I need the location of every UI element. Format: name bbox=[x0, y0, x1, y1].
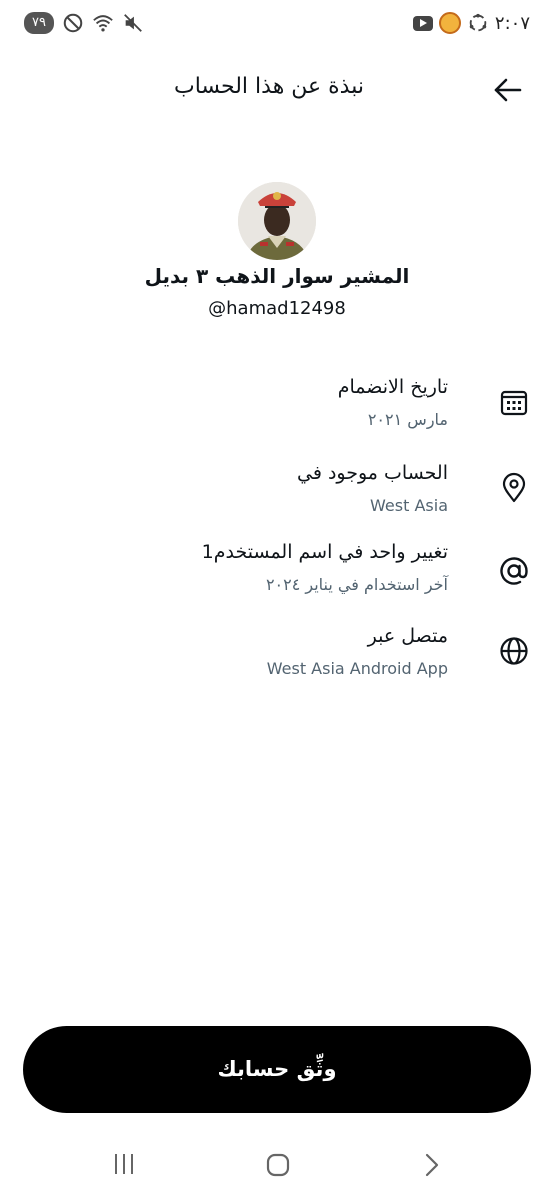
avatar-image bbox=[238, 182, 316, 260]
info-title: تاريخ الانضمام bbox=[337, 376, 448, 398]
home-icon[interactable] bbox=[265, 1152, 291, 1178]
arrow-right-icon[interactable] bbox=[492, 74, 524, 106]
game-icon bbox=[438, 12, 461, 34]
calendar-icon bbox=[500, 390, 528, 416]
system-nav-bar bbox=[0, 1140, 554, 1200]
info-row-connected-via: متصل عبر West Asia Android App bbox=[24, 625, 530, 695]
youtube-icon bbox=[412, 15, 433, 31]
wifi-icon bbox=[93, 15, 113, 32]
dnd-icon bbox=[63, 13, 83, 33]
info-subtitle: مارس ٢٠٢١ bbox=[367, 410, 448, 429]
avatar[interactable] bbox=[238, 182, 316, 260]
globe-icon bbox=[500, 637, 528, 665]
info-subtitle: West Asia bbox=[370, 496, 448, 515]
clock: ٢:٠٧ bbox=[494, 12, 530, 34]
info-title: تغيير واحد في اسم المستخدم1 bbox=[201, 541, 448, 563]
mute-icon bbox=[124, 14, 142, 32]
battery-indicator: ٧٩ bbox=[24, 12, 54, 34]
sync-icon bbox=[469, 13, 487, 32]
recent-apps-icon[interactable] bbox=[112, 1152, 136, 1176]
user-handle: @hamad12498 bbox=[208, 298, 346, 319]
back-icon[interactable] bbox=[422, 1152, 442, 1178]
page-title: نبذة عن هذا الحساب bbox=[173, 74, 364, 99]
header: نبذة عن هذا الحساب bbox=[0, 60, 554, 120]
location-icon bbox=[502, 472, 526, 503]
at-sign-icon bbox=[500, 557, 528, 585]
verify-account-button[interactable]: وثِّق حسابك bbox=[23, 1026, 531, 1113]
info-title: متصل عبر bbox=[367, 625, 448, 647]
status-bar: ٧٩ ٢:٠٧ bbox=[0, 0, 554, 52]
info-row-join-date: تاريخ الانضمام مارس ٢٠٢١ bbox=[24, 376, 530, 446]
info-title: الحساب موجود في bbox=[297, 462, 448, 484]
status-left: ٧٩ bbox=[24, 12, 144, 34]
status-right: ٢:٠٧ bbox=[412, 12, 530, 34]
display-name: المشير سوار الذهب ٣ بديل bbox=[144, 264, 410, 288]
info-subtitle: آخر استخدام في يناير ٢٠٢٤ bbox=[265, 575, 448, 594]
info-subtitle: West Asia Android App bbox=[266, 659, 448, 678]
info-row-location: الحساب موجود في West Asia bbox=[24, 462, 530, 532]
info-row-username-changes: تغيير واحد في اسم المستخدم1 آخر استخدام … bbox=[24, 541, 530, 611]
